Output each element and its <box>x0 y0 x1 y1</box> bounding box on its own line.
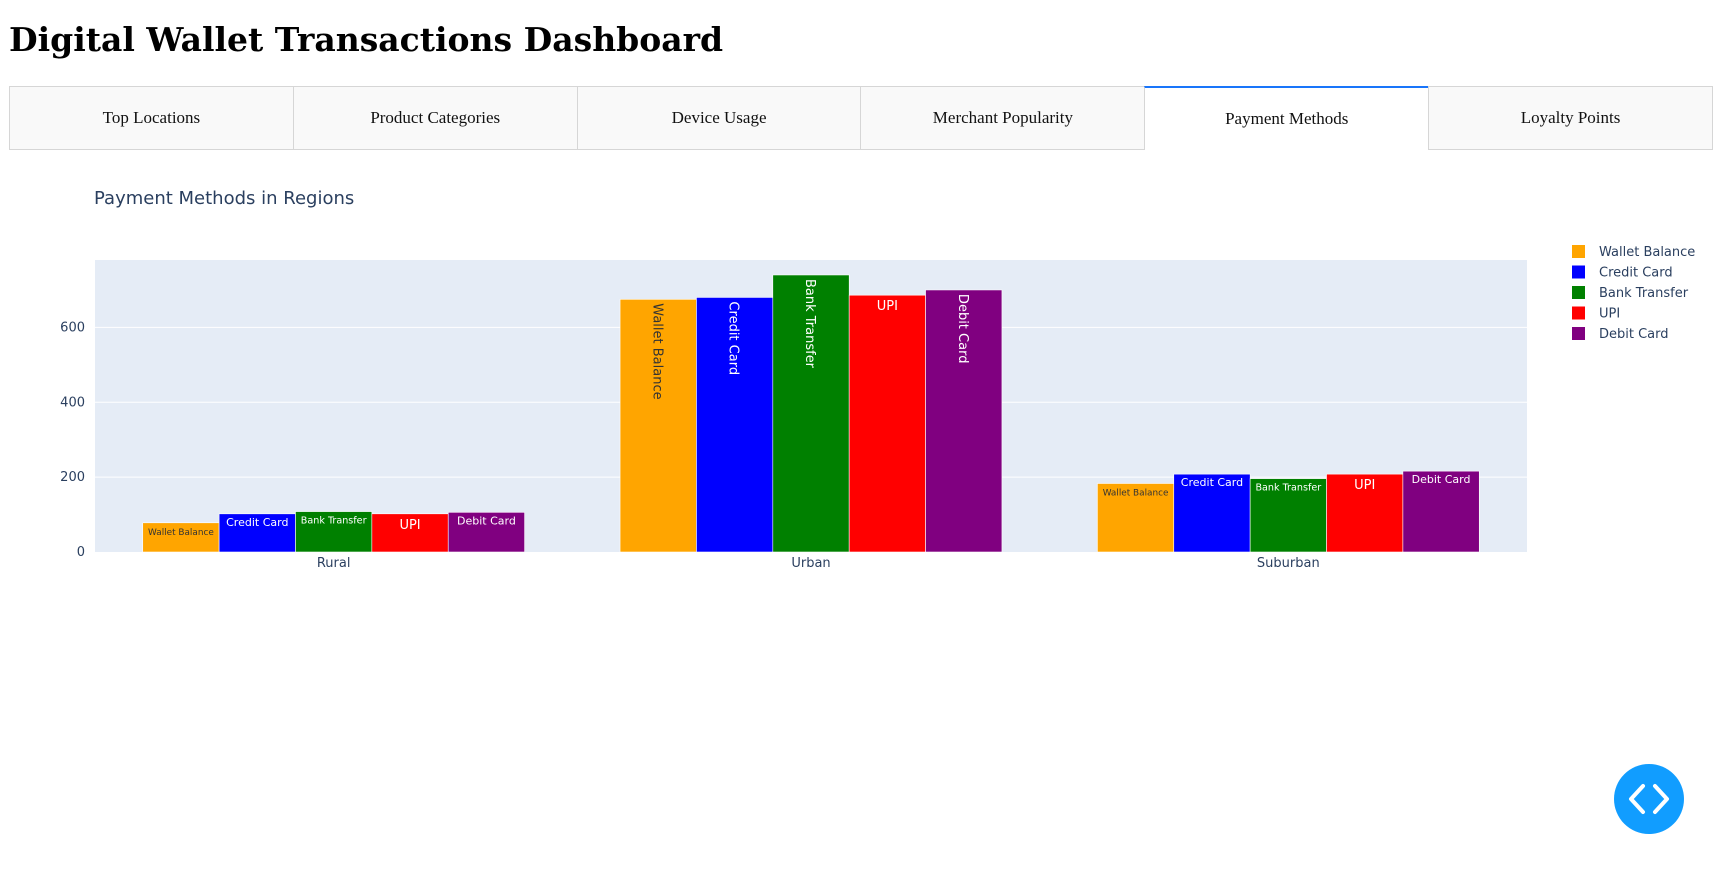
payment-methods-chart: Payment Methods in Regions 0 200 400 600 Rur… <box>0 160 1722 590</box>
page-title: Digital Wallet Transactions Dashboard <box>9 20 724 59</box>
legend-swatch <box>1572 327 1585 340</box>
bar-label: Debit Card <box>1412 473 1471 486</box>
legend-swatch <box>1572 265 1585 279</box>
bar-label: Credit Card <box>226 516 288 529</box>
bar-label: Credit Card <box>726 301 741 375</box>
tab-merchant-popularity[interactable]: Merchant Popularity <box>860 86 1145 150</box>
bar-label: Bank Transfer <box>1255 483 1321 494</box>
legend-item[interactable]: Bank Transfer <box>1572 286 1689 301</box>
chart-title: Payment Methods in Regions <box>94 188 354 209</box>
bar-label: UPI <box>877 299 898 314</box>
bar-label: Credit Card <box>1181 476 1243 489</box>
legend-swatch <box>1572 306 1585 320</box>
bar-label: Debit Card <box>955 294 970 364</box>
code-icon <box>1629 784 1669 814</box>
legend-item[interactable]: Wallet Balance <box>1572 245 1695 260</box>
legend-swatch <box>1572 286 1585 299</box>
legend-label: UPI <box>1599 307 1620 322</box>
plot-area: 0 200 400 600 Rural Wallet Balance Credit Card… <box>60 260 1527 571</box>
legend-label: Credit Card <box>1599 266 1673 281</box>
legend-item[interactable]: Debit Card <box>1572 327 1669 342</box>
y-tick-label: 0 <box>77 545 85 560</box>
bar-label: UPI <box>399 518 420 533</box>
tab-payment-methods[interactable]: Payment Methods <box>1144 86 1429 150</box>
bar[interactable] <box>848 294 926 553</box>
chart-svg: Payment Methods in Regions 0 200 400 600 Rur… <box>60 188 1695 571</box>
y-tick-label: 400 <box>60 395 85 410</box>
y-tick-label: 200 <box>60 470 85 485</box>
bar-label: Debit Card <box>457 514 516 527</box>
tab-device-usage[interactable]: Device Usage <box>576 86 861 150</box>
x-tick-label: Suburban <box>1257 556 1320 571</box>
x-tick-label: Urban <box>791 556 830 571</box>
x-tick-label: Rural <box>317 556 351 571</box>
bar-label: UPI <box>1354 478 1375 493</box>
legend-item[interactable]: Credit Card <box>1572 265 1673 281</box>
legend-swatch <box>1572 245 1585 258</box>
bar-label: Wallet Balance <box>1103 488 1169 498</box>
code-toggle-button[interactable] <box>1614 764 1684 834</box>
tab-top-locations[interactable]: Top Locations <box>9 86 293 150</box>
legend-item[interactable]: UPI <box>1572 306 1620 322</box>
bar-label: Bank Transfer <box>802 279 817 369</box>
tab-product-categories[interactable]: Product Categories <box>292 86 577 150</box>
tab-bar: Top Locations Product Categories Device … <box>9 86 1713 150</box>
legend-label: Bank Transfer <box>1599 286 1689 301</box>
y-tick-label: 600 <box>60 320 85 335</box>
chart-legend[interactable]: Wallet Balance Credit Card Bank Transfer UP… <box>1572 245 1695 342</box>
tab-loyalty-points[interactable]: Loyalty Points <box>1428 86 1713 150</box>
legend-label: Wallet Balance <box>1599 245 1695 260</box>
bar-label: Wallet Balance <box>148 528 214 538</box>
legend-label: Debit Card <box>1599 327 1669 342</box>
bar-label: Wallet Balance <box>649 303 664 399</box>
bar-label: Bank Transfer <box>301 516 367 527</box>
